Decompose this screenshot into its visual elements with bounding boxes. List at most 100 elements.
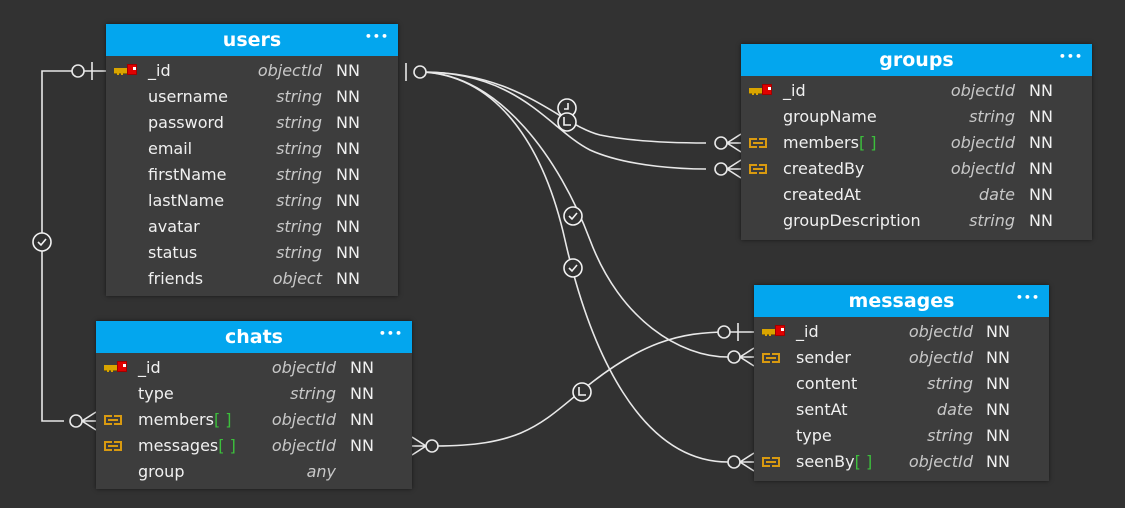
column-row-type[interactable]: type string NN [754, 423, 1049, 449]
column-type: date [936, 400, 973, 419]
column-type: objectId [908, 322, 973, 341]
table-title: chats [224, 326, 283, 348]
column-type: string [276, 165, 322, 184]
array-marker: [ ] [218, 436, 236, 455]
not-null-flag: NN [336, 243, 360, 262]
column-name: type [138, 381, 174, 407]
column-row-groupName[interactable]: groupName string NN [741, 104, 1092, 130]
table-menu-icon[interactable]: ••• [379, 321, 403, 347]
column-row-members[interactable]: members[ ] objectId NN [96, 407, 412, 433]
column-row-group[interactable]: group any [96, 459, 412, 485]
column-row-createdBy[interactable]: createdBy objectId NN [741, 156, 1092, 182]
primary-key-icon [762, 325, 788, 338]
crowfoot-symbol [411, 436, 428, 456]
column-name-text: group [138, 462, 185, 481]
not-null-flag: NN [986, 426, 1010, 445]
column-row-friends[interactable]: friends object NN [106, 266, 398, 292]
column-name-text: _id [148, 61, 171, 80]
column-row-id[interactable]: _id objectId NN [741, 78, 1092, 104]
column-name-text: type [796, 426, 832, 445]
table-header-groups[interactable]: groups ••• [741, 44, 1092, 76]
not-null-flag: NN [1029, 211, 1053, 230]
column-name-text: createdAt [783, 185, 861, 204]
column-row-sentAt[interactable]: sentAt date NN [754, 397, 1049, 423]
not-null-flag: NN [350, 358, 374, 377]
table-menu-icon[interactable]: ••• [365, 24, 389, 50]
table-header-messages[interactable]: messages ••• [754, 285, 1049, 317]
table-chats[interactable]: chats ••• _id objectId NN type string NN membe… [96, 321, 412, 489]
table-header-users[interactable]: users ••• [106, 24, 398, 56]
crowfoot-symbol [80, 411, 97, 431]
column-name: groupName [783, 104, 877, 130]
column-name: createdAt [783, 182, 861, 208]
table-menu-icon[interactable]: ••• [1016, 285, 1040, 311]
column-type: objectId [257, 61, 322, 80]
column-name-text: avatar [148, 217, 200, 236]
column-name: status [148, 240, 197, 266]
table-users[interactable]: users ••• _id objectId NN username string NN p… [106, 24, 398, 296]
not-null-flag: NN [1029, 81, 1053, 100]
not-null-flag: NN [1029, 185, 1053, 204]
column-row-content[interactable]: content string NN [754, 371, 1049, 397]
column-type: objectId [271, 358, 336, 377]
column-name: messages[ ] [138, 433, 236, 459]
column-type: string [276, 243, 322, 262]
column-row-sender[interactable]: sender objectId NN [754, 345, 1049, 371]
optional-circle-symbol [714, 136, 728, 150]
column-row-id[interactable]: _id objectId NN [754, 319, 1049, 345]
column-name-text: content [796, 374, 858, 393]
column-name-text: members [138, 410, 214, 429]
column-name-text: sentAt [796, 400, 848, 419]
column-row-groupDescription[interactable]: groupDescription string NN [741, 208, 1092, 234]
not-null-flag: NN [350, 410, 374, 429]
column-name: createdBy [783, 156, 864, 182]
column-type: date [978, 185, 1015, 204]
not-null-flag: NN [336, 87, 360, 106]
relationship-badge-icon [563, 206, 583, 226]
table-menu-icon[interactable]: ••• [1059, 44, 1083, 70]
relationship-badge-icon [572, 382, 592, 402]
table-groups[interactable]: groups ••• _id objectId NN groupName string N… [741, 44, 1092, 240]
not-null-flag: NN [986, 374, 1010, 393]
foreign-key-icon [104, 440, 130, 453]
column-row-type[interactable]: type string NN [96, 381, 412, 407]
column-type: objectId [950, 133, 1015, 152]
not-null-flag: NN [336, 139, 360, 158]
column-row-firstName[interactable]: firstName string NN [106, 162, 398, 188]
column-row-messages[interactable]: messages[ ] objectId NN [96, 433, 412, 459]
column-row-members[interactable]: members[ ] objectId NN [741, 130, 1092, 156]
column-name-text: email [148, 139, 193, 158]
primary-key-icon [104, 361, 130, 374]
column-name-text: _id [796, 322, 819, 341]
column-name: members[ ] [138, 407, 232, 433]
column-row-avatar[interactable]: avatar string NN [106, 214, 398, 240]
column-name-text: status [148, 243, 198, 262]
column-name: groupDescription [783, 208, 921, 234]
column-type: string [276, 139, 322, 158]
column-name: seenBy[ ] [796, 449, 872, 475]
not-null-flag: NN [986, 400, 1010, 419]
column-name-text: sender [796, 348, 851, 367]
column-name: _id [796, 319, 819, 345]
column-name-text: friends [148, 269, 204, 288]
column-row-createdAt[interactable]: createdAt date NN [741, 182, 1092, 208]
column-row-id[interactable]: _id objectId NN [96, 355, 412, 381]
column-row-email[interactable]: email string NN [106, 136, 398, 162]
not-null-flag: NN [1029, 107, 1053, 126]
column-row-seenBy[interactable]: seenBy[ ] objectId NN [754, 449, 1049, 475]
table-messages[interactable]: messages ••• _id objectId NN sender objectId… [754, 285, 1049, 481]
column-row-status[interactable]: status string NN [106, 240, 398, 266]
column-name: _id [783, 78, 806, 104]
column-row-lastName[interactable]: lastName string NN [106, 188, 398, 214]
optional-circle-symbol [69, 414, 83, 428]
column-row-password[interactable]: password string NN [106, 110, 398, 136]
column-name-text: _id [138, 358, 161, 377]
table-title: messages [848, 290, 955, 312]
column-type: objectId [908, 452, 973, 471]
not-null-flag: NN [1029, 133, 1053, 152]
column-type: objectId [271, 410, 336, 429]
table-header-chats[interactable]: chats ••• [96, 321, 412, 353]
array-marker: [ ] [854, 452, 873, 471]
column-row-id[interactable]: _id objectId NN [106, 58, 398, 84]
column-row-username[interactable]: username string NN [106, 84, 398, 110]
